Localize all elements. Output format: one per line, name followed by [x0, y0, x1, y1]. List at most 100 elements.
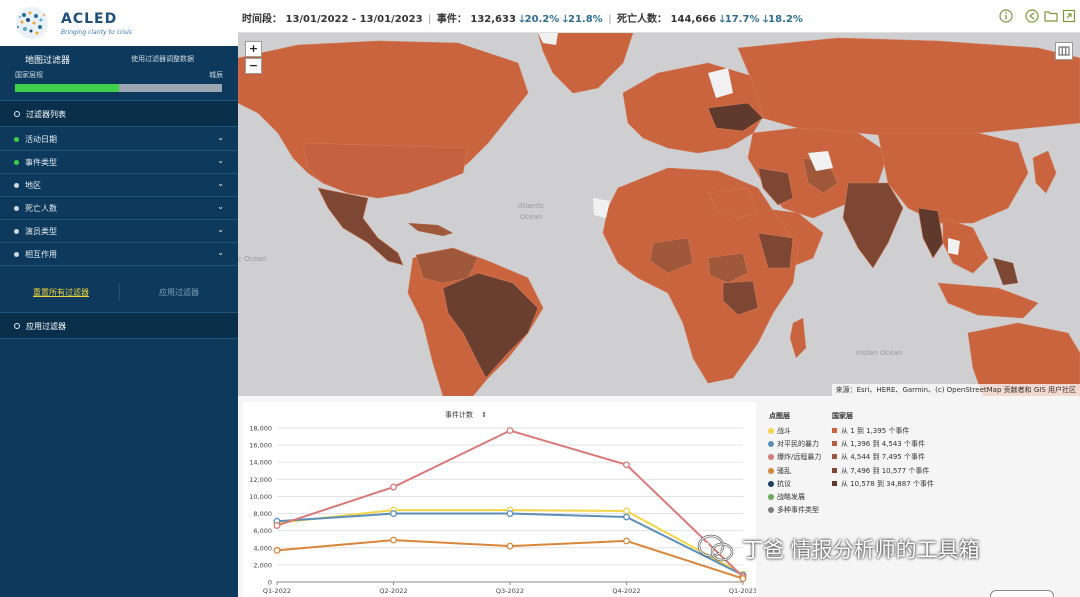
zoom-out-button[interactable]: − [245, 58, 262, 74]
legend-swatch-icon [832, 454, 837, 460]
section-ring-icon [14, 323, 20, 329]
chart-container: 0 2,000 4,000 6,000 8,000 10,000 12,000 14,000 1… [243, 402, 757, 597]
y-tick-label: 14,000 [249, 459, 272, 467]
y-tick-label: 2,000 [253, 561, 272, 569]
data-point[interactable] [390, 536, 397, 544]
legend-dot-icon [768, 507, 774, 514]
button-divider [119, 283, 120, 301]
filter-item[interactable]: 活动日期 ⌄ [0, 128, 238, 151]
chevron-down-icon[interactable]: ⌄ [217, 156, 224, 165]
filter-item-label: 地区 [25, 181, 41, 190]
filter-item-label: 相互作用 [25, 250, 57, 259]
point-legend-label: 爆炸/远程暴力 [777, 453, 822, 462]
filter-item-label: 事件类型 [25, 158, 57, 167]
brand-tagline: Bringing clarity to crisis [61, 29, 132, 36]
point-legend-label: 骚乱 [777, 466, 791, 475]
legend-swatch-icon [832, 480, 837, 486]
data-point[interactable] [623, 461, 630, 469]
world-map[interactable]: + − Atlantic Ocean Indian Ocean c Ocean … [238, 33, 1080, 396]
filter-list-header[interactable]: 过滤器列表 [0, 100, 238, 127]
reset-filters-button[interactable]: 重置所有过滤器 [33, 287, 89, 298]
map-region [993, 258, 1018, 285]
data-point[interactable] [273, 546, 281, 554]
period-value: 13/01/2022 - 13/01/2023 [285, 14, 423, 25]
series-line[interactable] [276, 429, 744, 578]
country-legend-label: 从 1 到 1,395 个事件 [841, 427, 910, 435]
section-ring-icon [14, 111, 20, 117]
x-tick-label: Q4-2022 [612, 587, 640, 595]
y-tick-label: 18,000 [249, 425, 272, 433]
map-canvas [238, 33, 1080, 396]
filter-item[interactable]: 演员类型 ⌄ [0, 220, 238, 243]
point-legend-item[interactable]: 战略发展 [768, 492, 805, 502]
map-region [408, 223, 453, 236]
filter-item[interactable]: 事件类型 ⌄ [0, 151, 238, 174]
point-legend-item[interactable]: 抗议 [768, 479, 791, 489]
map-region [937, 282, 1039, 319]
legend-dot-icon [768, 467, 774, 474]
x-tick-label: Q1-2022 [263, 587, 291, 595]
folder-icon[interactable] [1044, 9, 1058, 23]
applied-filters-header[interactable]: 应用过滤器 [0, 312, 238, 339]
globe-logo-icon [16, 7, 48, 39]
ocean-label-indian: Indian Ocean [856, 349, 903, 357]
point-legend-item[interactable]: 战斗 [768, 426, 791, 436]
chevron-down-icon[interactable]: ⌄ [217, 225, 224, 234]
point-legend-item[interactable]: 对平民的暴力 [768, 439, 819, 449]
point-legend-item[interactable]: 骚乱 [768, 466, 791, 476]
data-point[interactable] [506, 510, 514, 518]
corner-pill-button[interactable] [990, 590, 1054, 597]
data-point[interactable] [273, 522, 281, 529]
chevron-down-icon[interactable]: ⌄ [217, 202, 224, 211]
level-slider[interactable] [15, 84, 222, 92]
filter-status-dot-icon [14, 252, 19, 257]
chevron-down-icon[interactable]: ⌄ [217, 133, 224, 142]
logo[interactable]: ACLED Bringing clarity to crisis [0, 0, 238, 46]
x-tick-label: Q3-2022 [496, 587, 524, 595]
filter-item[interactable]: 相互作用 ⌄ [0, 243, 238, 266]
y-tick-label: 4,000 [253, 544, 272, 552]
point-legend-item[interactable]: 爆炸/远程暴力 [768, 452, 821, 462]
y-tick-label: 16,000 [249, 442, 272, 450]
filter-item-label: 死亡人数 [25, 204, 57, 213]
ocean-label-pacific: c Ocean [238, 255, 267, 263]
metric-select[interactable]: 事件计数 ⇕ [445, 410, 487, 420]
country-legend-item: 从 1,396 到 4,543 个事件 [832, 439, 925, 449]
data-point[interactable] [390, 483, 397, 491]
filter-list-title: 过滤器列表 [26, 110, 66, 119]
level-left-label: 国家层规 [15, 71, 43, 79]
basemap-toggle-button[interactable] [1055, 42, 1073, 60]
chevron-down-icon[interactable]: ⌄ [217, 179, 224, 188]
filter-item[interactable]: 地区 ⌄ [0, 174, 238, 197]
data-point[interactable] [390, 510, 397, 518]
country-legend-item: 从 7,496 到 10,577 个事件 [832, 466, 929, 476]
map-region [1032, 150, 1057, 194]
legend-dot-icon [768, 428, 774, 434]
y-tick-label: 12,000 [249, 476, 272, 484]
data-point[interactable] [506, 427, 514, 435]
point-legend-label: 战略发展 [777, 493, 805, 501]
filter-status-dot-icon [14, 206, 19, 211]
chevron-down-icon[interactable]: ⌄ [217, 248, 224, 257]
zoom-in-button[interactable]: + [245, 41, 262, 57]
events-change-2: 21.8% [568, 14, 603, 25]
event-trend-chart[interactable]: 0 2,000 4,000 6,000 8,000 10,000 12,000 14,000 1… [243, 402, 757, 597]
data-point[interactable] [506, 542, 514, 550]
country-legend-item: 从 1 到 1,395 个事件 [832, 426, 909, 436]
data-point[interactable] [623, 507, 630, 515]
info-icon[interactable] [999, 9, 1013, 23]
point-layer-title: 点图层 [769, 412, 790, 420]
filter-item[interactable]: 死亡人数 ⌄ [0, 197, 238, 220]
point-legend-item[interactable]: 多种事件类型 [768, 505, 819, 515]
apply-filters-button[interactable]: 应用过滤器 [159, 287, 199, 298]
data-point[interactable] [623, 513, 630, 521]
legend-swatch-icon [832, 441, 837, 447]
sidebar: ACLED Bringing clarity to crisis 地图过滤器 使… [0, 0, 238, 597]
map-attribution[interactable]: 来源：Esri、HERE、Garmin、(c) OpenStreetMap 贡献… [831, 384, 1080, 396]
watermark-text: 丁爸 情报分析师的工具箱 [742, 538, 980, 562]
export-icon[interactable] [1062, 9, 1076, 23]
data-point[interactable] [739, 575, 747, 583]
share-icon[interactable] [1025, 9, 1039, 23]
data-point[interactable] [623, 537, 630, 545]
level-slider-fill [15, 84, 119, 92]
